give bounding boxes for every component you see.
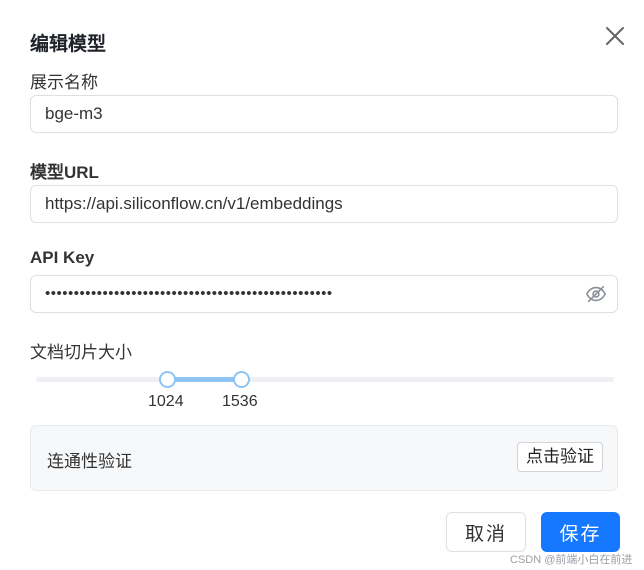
dialog-title: 编辑模型 xyxy=(30,34,107,55)
slider-max-value: 1536 xyxy=(222,393,258,410)
chunk-size-label: 文档切片大小 xyxy=(30,343,132,362)
connectivity-label: 连通性验证 xyxy=(47,452,132,471)
watermark: CSDN @前端小白在前进 xyxy=(510,554,633,566)
eye-off-icon[interactable] xyxy=(585,283,607,305)
api-key-input[interactable]: ••••••••••••••••••••••••••••••••••••••••… xyxy=(30,275,618,313)
api-key-label: API Key xyxy=(30,248,95,267)
model-url-label: 模型URL xyxy=(30,163,99,182)
slider-handle-min[interactable] xyxy=(159,371,176,388)
display-name-input[interactable]: bge-m3 xyxy=(30,95,618,133)
connectivity-panel: 连通性验证 点击验证 xyxy=(30,425,618,491)
slider-min-value: 1024 xyxy=(148,393,184,410)
chunk-size-slider-track[interactable] xyxy=(36,377,614,382)
slider-handle-max[interactable] xyxy=(233,371,250,388)
chunk-size-slider-range xyxy=(167,377,241,382)
close-icon[interactable] xyxy=(603,24,627,48)
verify-button[interactable]: 点击验证 xyxy=(517,442,603,472)
save-button[interactable]: 保存 xyxy=(541,512,620,552)
cancel-button[interactable]: 取消 xyxy=(446,512,526,552)
model-url-input[interactable]: https://api.siliconflow.cn/v1/embeddings xyxy=(30,185,618,223)
edit-model-dialog: 编辑模型 展示名称 bge-m3 模型URL https://api.silic… xyxy=(0,0,644,570)
display-name-label: 展示名称 xyxy=(30,73,98,92)
